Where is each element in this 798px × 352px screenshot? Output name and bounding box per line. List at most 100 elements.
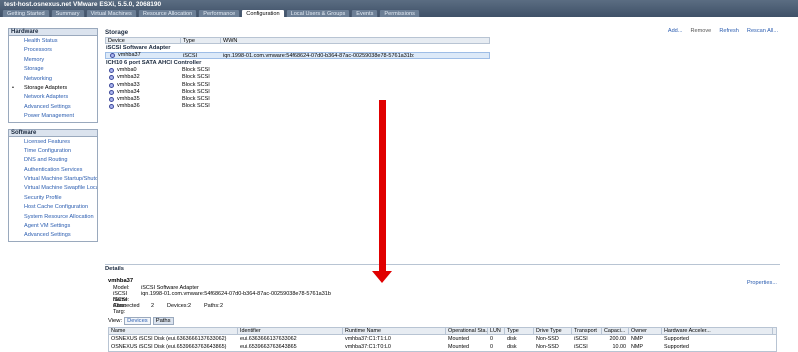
device-cell: OSNEXUS iSCSI Disk (eui.6363666137633062… — [111, 336, 227, 342]
device-cell: eui.6363666137633062 — [240, 336, 297, 342]
device-cell: iSCSI — [574, 336, 588, 342]
devices-col-3[interactable]: Operational Sta... — [446, 328, 488, 334]
device-cell: 0 — [490, 336, 493, 342]
tab-divider — [0, 17, 798, 18]
adapter-type: Block SCSI — [182, 81, 210, 88]
storage-title: Storage — [105, 28, 129, 36]
device-row[interactable]: OSNEXUS iSCSI Disk (eui.6363666137633062… — [109, 335, 776, 343]
devices-col-1[interactable]: Identifier — [238, 328, 343, 334]
connected-stats-row: Connected Targ: 2 Devices: 2 Paths: 2 — [113, 303, 223, 315]
adapter-wwn — [220, 89, 222, 96]
hardware-item-storage[interactable]: Storage — [9, 65, 97, 74]
devices-col-2[interactable]: Runtime Name — [343, 328, 446, 334]
adapter-icon — [109, 75, 114, 81]
adapter-type: Block SCSI — [182, 103, 210, 110]
hardware-item-processors[interactable]: Processors — [9, 46, 97, 55]
adapter-device-name: vmhba37 — [118, 52, 141, 58]
adapter-type: Block SCSI — [182, 88, 210, 95]
devices-table: Name Identifier Runtime Name Operational St… — [108, 327, 777, 352]
adapter-row[interactable]: vmhba34 Block SCSI — [105, 89, 490, 96]
devices-col-5[interactable]: Type — [505, 328, 534, 334]
refresh-link[interactable]: Refresh — [719, 28, 739, 34]
hardware-item-advanced-settings[interactable]: Advanced Settings — [9, 103, 97, 112]
adapter-device-cell: vmhba36 — [105, 103, 180, 110]
devices-col-10[interactable]: Hardware Acceler... — [662, 328, 773, 334]
adapter-icon — [109, 104, 114, 110]
devices-table-header: Name Identifier Runtime Name Operational St… — [109, 328, 776, 335]
device-cell: Supported — [664, 336, 689, 342]
adapter-wwn — [220, 67, 222, 74]
adapter-type: Block SCSI — [182, 95, 210, 102]
software-item-licensed-features[interactable]: Licensed Features — [9, 138, 97, 147]
details-divider[interactable] — [105, 264, 780, 265]
adapter-device-name: vmhba34 — [117, 88, 140, 95]
annotation-arrow-head — [372, 271, 392, 283]
adapter-device-cell: vmhba34 — [105, 89, 180, 96]
hardware-item-power-management[interactable]: Power Management — [9, 112, 97, 121]
details-panel: Details Properties... vmhba37 Model: iSC… — [105, 266, 780, 352]
adapter-type: iSCSI — [183, 53, 198, 59]
window-title: test-host.osnexus.net VMware ESXi, 5.5.0… — [4, 1, 162, 8]
col-type[interactable]: Type — [181, 38, 221, 44]
adapter-icon — [109, 82, 114, 88]
adapter-icon — [109, 97, 114, 103]
devices-col-9[interactable]: Owner — [629, 328, 662, 334]
software-item-advanced-settings[interactable]: Advanced Settings — [9, 231, 97, 240]
devices-col-7[interactable]: Transport — [572, 328, 602, 334]
left-navigation-pane: Hardware Health Status Processors Memory St… — [8, 28, 98, 338]
software-item-agent-vm-settings[interactable]: Agent VM Settings — [9, 222, 97, 231]
adapter-row[interactable]: vmhba32 Block SCSI — [105, 74, 490, 81]
adapter-row[interactable]: vmhba37 iSCSI iqn.1998-01.com.vmware:54f68… — [105, 52, 490, 60]
device-cell: 200.00 — [609, 336, 627, 342]
software-header: Software — [8, 128, 98, 137]
device-cell: vmhba37:C1:T1:L0 — [345, 336, 391, 342]
software-item-authentication-services[interactable]: Authentication Services — [9, 166, 97, 175]
adapter-wwn — [220, 96, 222, 103]
hardware-list: Health Status Processors Memory Storage Netw… — [8, 36, 98, 123]
properties-link[interactable]: Properties... — [747, 280, 777, 286]
adapter-device-cell: vmhba0 — [105, 67, 180, 74]
adapter-row[interactable]: vmhba36 Block SCSI — [105, 103, 490, 110]
devices-col-6[interactable]: Drive Type — [534, 328, 572, 334]
adapter-device-name: vmhba35 — [117, 95, 140, 102]
devices-col-0[interactable]: Name — [109, 328, 238, 334]
software-item-virtual-machine-startup-shutd[interactable]: Virtual Machine Startup/Shutd — [9, 175, 97, 184]
adapter-device-name: vmhba0 — [117, 67, 137, 74]
adapter-group-header: iSCSI Software Adapter — [106, 45, 171, 51]
view-paths-button[interactable]: Paths — [152, 317, 174, 325]
adapter-device-cell: vmhba37 — [106, 52, 181, 59]
adapter-row[interactable]: vmhba0 Block SCSI — [105, 67, 490, 74]
adapter-wwn: iqn.1998-01.com.vmware:54f68624-07d0-b36… — [223, 53, 415, 59]
adapter-row[interactable]: vmhba33 Block SCSI — [105, 82, 490, 89]
devices-col-4[interactable]: LUN — [488, 328, 505, 334]
details-header: Details — [105, 266, 125, 272]
hardware-item-storage-adapters[interactable]: Storage Adapters — [9, 84, 97, 93]
col-device[interactable]: Device — [106, 38, 181, 44]
devices-col-8[interactable]: Capaci... — [602, 328, 629, 334]
software-item-virtual-machine-swapfile-locati[interactable]: Virtual Machine Swapfile Locati — [9, 184, 97, 193]
device-cell: NMP — [631, 336, 643, 342]
window-titlebar: test-host.osnexus.net VMware ESXi, 5.5.0… — [0, 0, 798, 18]
devices-value: 2 — [188, 303, 192, 309]
iscsi-name-row: iSCSI Name: iqn.1998-01.com.vmware:54f68… — [113, 291, 331, 303]
adapter-row[interactable]: vmhba35 Block SCSI — [105, 96, 490, 103]
storage-actions: Add... Remove Refresh Rescan All... — [668, 28, 778, 34]
remove-link[interactable]: Remove — [690, 28, 711, 34]
col-wwn[interactable]: WWN — [221, 38, 489, 44]
software-item-security-profile[interactable]: Security Profile — [9, 194, 97, 203]
hardware-item-health-status[interactable]: Health Status — [9, 37, 97, 46]
adapter-type: Block SCSI — [182, 74, 210, 81]
hardware-item-networking[interactable]: Networking — [9, 75, 97, 84]
adapter-icon — [109, 68, 114, 74]
hardware-item-memory[interactable]: Memory — [9, 56, 97, 65]
software-item-time-configuration[interactable]: Time Configuration — [9, 147, 97, 156]
hardware-item-network-adapters[interactable]: Network Adapters — [9, 93, 97, 102]
add-link[interactable]: Add... — [668, 28, 683, 34]
rescan-all-link[interactable]: Rescan All... — [747, 28, 778, 34]
adapter-wwn — [220, 74, 222, 81]
software-item-dns-and-routing[interactable]: DNS and Routing — [9, 156, 97, 165]
software-item-system-resource-allocation[interactable]: System Resource Allocation — [9, 213, 97, 222]
software-item-host-cache-configuration[interactable]: Host Cache Configuration — [9, 203, 97, 212]
view-devices-button[interactable]: Devices — [124, 317, 151, 325]
storage-adapters-pane: Storage Add... Remove Refresh Rescan All… — [105, 28, 780, 352]
